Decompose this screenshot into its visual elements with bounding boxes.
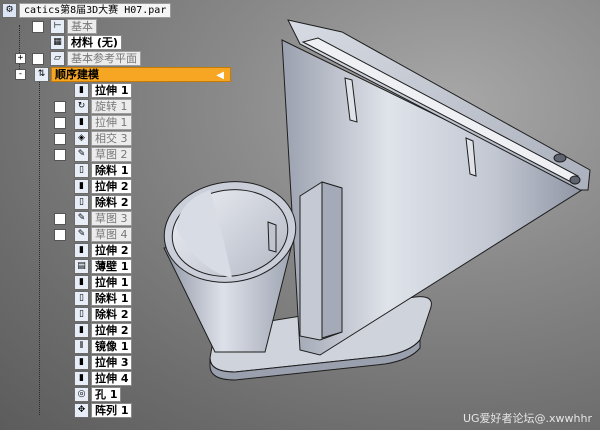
tree-item[interactable]: ▮ 拉伸 1 <box>54 115 132 130</box>
tree-item[interactable]: ✎ 草图 3 <box>54 211 132 226</box>
tree-item-label: 拉伸 4 <box>91 371 133 386</box>
tree-item[interactable]: ✥ 阵列 1 <box>74 403 133 418</box>
tree-item[interactable]: ▤ 薄壁 1 <box>74 259 133 274</box>
extrude-icon: ▮ <box>74 275 89 290</box>
visibility-checkbox[interactable] <box>32 53 44 65</box>
tree-item-label: 薄壁 1 <box>91 259 133 274</box>
tree-item-label: 草图 4 <box>91 227 132 242</box>
extrude-icon: ▮ <box>74 323 89 338</box>
tree-item-label: 除料 1 <box>91 291 133 306</box>
tree-item[interactable]: ◈ 相交 3 <box>54 131 132 146</box>
tree-item-label: 除料 1 <box>91 163 133 178</box>
tree-item[interactable]: ◎ 孔 1 <box>74 387 122 402</box>
support-rib-face <box>321 181 343 339</box>
tree-item-label: 拉伸 3 <box>91 355 133 370</box>
sketch-icon: ✎ <box>74 227 89 242</box>
visibility-checkbox[interactable] <box>54 117 66 129</box>
part-filename: catics第8届3D大赛 H07.par <box>19 3 172 18</box>
feature-tree-panel: ⚙ catics第8届3D大赛 H07.par ⊢ 基本 ▦ 材料 (无) + ▱ 基本参考… <box>0 0 300 430</box>
tree-item[interactable]: ▮ 拉伸 4 <box>74 371 133 386</box>
extrude-icon: ▮ <box>74 243 89 258</box>
tree-item-label: 草图 3 <box>91 211 132 226</box>
tree-item[interactable]: ▮ 拉伸 2 <box>74 243 133 258</box>
tree-item-label: 顺序建模 ◀ <box>51 67 231 82</box>
tree-item[interactable]: ▯ 除料 2 <box>74 195 133 210</box>
tree-item-label: 镜像 1 <box>91 339 133 354</box>
visibility-checkbox[interactable] <box>32 21 44 33</box>
tree-item-label: 拉伸 2 <box>91 179 133 194</box>
tree-item-label: 基本 <box>67 19 97 34</box>
tree-item[interactable]: ▮ 拉伸 1 <box>74 275 133 290</box>
tree-item[interactable]: ⊢ 基本 <box>32 19 97 34</box>
tree-item[interactable]: ↻ 旋转 1 <box>54 99 132 114</box>
part-file-icon: ⚙ <box>2 3 17 18</box>
tree-item[interactable]: ▮ 拉伸 2 <box>74 179 133 194</box>
expand-toggle-icon[interactable]: - <box>15 69 26 80</box>
sequence-icon: ⇅ <box>34 67 49 82</box>
mirror-icon: ⫴ <box>74 339 89 354</box>
tree-item[interactable]: ▮ 拉伸 3 <box>74 355 133 370</box>
tree-item-label: 拉伸 2 <box>91 243 133 258</box>
sketch-icon: ✎ <box>74 147 89 162</box>
tree-item[interactable]: + ▱ 基本参考平面 <box>15 51 141 66</box>
tree-item[interactable]: ▯ 除料 1 <box>74 291 133 306</box>
selection-arrow-icon: ◀ <box>216 70 224 81</box>
tree-item-label: 旋转 1 <box>91 99 132 114</box>
visibility-checkbox[interactable] <box>54 213 66 225</box>
extrude-icon: ▮ <box>74 83 89 98</box>
tree-item-label: 除料 2 <box>91 307 133 322</box>
tree-item-label: 拉伸 1 <box>91 275 133 290</box>
thinwall-icon: ▤ <box>74 259 89 274</box>
base-coordinate-icon: ⊢ <box>50 19 65 34</box>
tree-item[interactable]: ✎ 草图 4 <box>54 227 132 242</box>
extrude-icon: ▮ <box>74 115 89 130</box>
cutout-icon: ▯ <box>74 291 89 306</box>
tree-item[interactable]: ▯ 除料 2 <box>74 307 133 322</box>
tree-item-label: 草图 2 <box>91 147 132 162</box>
watermark: UG爱好者论坛@.xwwhhr <box>462 412 592 425</box>
cutout-icon: ▯ <box>74 195 89 210</box>
cutout-icon: ▯ <box>74 163 89 178</box>
tree-item-label: 除料 2 <box>91 195 133 210</box>
tree-root[interactable]: ⚙ catics第8届3D大赛 H07.par <box>2 3 172 18</box>
tree-item-label: 孔 1 <box>91 387 122 402</box>
visibility-checkbox[interactable] <box>54 133 66 145</box>
cutout-icon: ▯ <box>74 307 89 322</box>
revolve-icon: ↻ <box>74 99 89 114</box>
tree-item[interactable]: ✎ 草图 2 <box>54 147 132 162</box>
visibility-checkbox[interactable] <box>54 149 66 161</box>
pattern-icon: ✥ <box>74 403 89 418</box>
tree-item[interactable]: ⫴ 镜像 1 <box>74 339 133 354</box>
tree-line <box>19 25 20 75</box>
sketch-icon: ✎ <box>74 211 89 226</box>
tree-item-label: 拉伸 1 <box>91 115 132 130</box>
tree-item-label: 阵列 1 <box>91 403 133 418</box>
reference-plane-icon: ▱ <box>50 51 65 66</box>
visibility-checkbox[interactable] <box>54 101 66 113</box>
tree-line <box>39 80 40 415</box>
material-icon: ▦ <box>50 35 65 50</box>
tree-item[interactable]: ▯ 除料 1 <box>74 163 133 178</box>
tree-item[interactable]: ▮ 拉伸 2 <box>74 323 133 338</box>
tree-item[interactable]: - ⇅ 顺序建模 ◀ <box>15 67 231 82</box>
tree-item-label: 基本参考平面 <box>67 51 141 66</box>
extrude-icon: ▮ <box>74 179 89 194</box>
flange-hole <box>553 153 567 163</box>
flange-hole <box>569 175 581 185</box>
hole-icon: ◎ <box>74 387 89 402</box>
extrude-icon: ▮ <box>74 355 89 370</box>
extrude-icon: ▮ <box>74 371 89 386</box>
tree-item-label: 拉伸 1 <box>91 83 133 98</box>
intersect-icon: ◈ <box>74 131 89 146</box>
tree-item-label: 相交 3 <box>91 131 132 146</box>
tree-item-label: 材料 (无) <box>67 35 122 50</box>
tree-item[interactable]: ▦ 材料 (无) <box>50 35 122 50</box>
tree-item[interactable]: ▮ 拉伸 1 <box>74 83 133 98</box>
visibility-checkbox[interactable] <box>54 229 66 241</box>
tree-item-label: 拉伸 2 <box>91 323 133 338</box>
expand-toggle-icon[interactable]: + <box>15 53 26 64</box>
